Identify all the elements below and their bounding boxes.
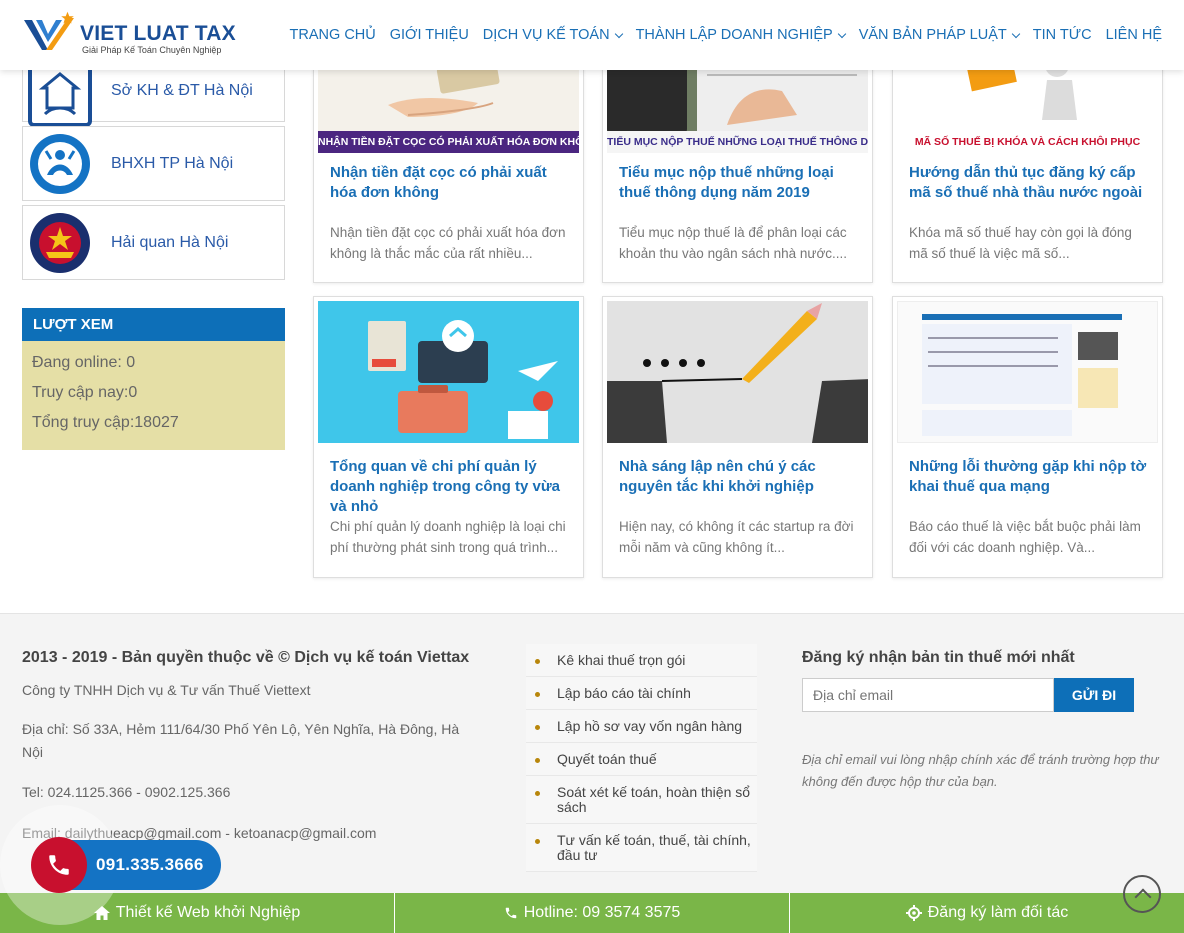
views-total: Tổng truy cập:18027 (32, 414, 179, 431)
article-title[interactable]: Hướng dẫn thủ tục đăng ký cấp mã số thuế… (909, 163, 1148, 203)
footer-service-link[interactable]: Tư vấn kế toán, thuế, tài chính, đầu tư (526, 824, 757, 872)
bottom-partner-label: Đăng ký làm đối tác (927, 904, 1069, 921)
footer-service-link[interactable]: Quyết toán thuế (526, 743, 757, 776)
article-excerpt: Nhận tiền đặt cọc có phải xuất hóa đơn k… (330, 225, 566, 261)
footer-services-list: Kê khai thuế trọn gói Lập báo cáo tài ch… (526, 644, 757, 872)
nav-company-formation[interactable]: THÀNH LẬP DOANH NGHIỆP (635, 27, 846, 43)
newsletter-email-input[interactable] (802, 678, 1054, 712)
footer-company-name: Công ty TNHH Dịch vụ & Tư vấn Thuế Viett… (22, 682, 311, 698)
article-thumbnail[interactable] (607, 301, 868, 443)
footer-copyright: 2013 - 2019 - Bản quyền thuộc về © Dịch … (22, 649, 470, 666)
gear-icon (905, 905, 922, 921)
main-nav: TRANG CHỦ GIỚI THIỆU DỊCH VỤ KẾ TOÁN THÀ… (290, 0, 1162, 70)
phone-icon (505, 907, 516, 919)
thumbnail-caption: MÃ SỐ THUẾ BỊ KHÓA VÀ CÁCH KHÔI PHỤC (897, 131, 1158, 153)
footer-service-link[interactable]: Lập hồ sơ vay vốn ngân hàng (526, 710, 757, 743)
site-logo[interactable]: VIET LUAT TAX Giải Pháp Kế Toán Chuyên N… (22, 10, 236, 58)
phone-icon (31, 837, 87, 893)
article-title[interactable]: Nhà sáng lập nên chú ý các nguyên tắc kh… (619, 457, 858, 497)
nav-news[interactable]: TIN TỨC (1033, 27, 1092, 43)
article-title[interactable]: Tiểu mục nộp thuế những loại thuế thông … (619, 163, 858, 203)
sidebar-link-social-insurance[interactable]: BHXH TP Hà Nội (22, 126, 285, 201)
footer-service-link[interactable]: Lập báo cáo tài chính (526, 677, 757, 710)
nav-contact-label: LIÊN HỆ (1105, 27, 1162, 43)
nav-home-label: TRANG CHỦ (289, 27, 376, 43)
article-thumbnail[interactable] (318, 301, 579, 443)
chevron-down-icon (1011, 29, 1020, 38)
sidebar-link-customs[interactable]: Hải quan Hà Nội (22, 205, 285, 280)
newsletter-title: Đăng ký nhận bản tin thuế mới nhất (802, 649, 1075, 666)
article-title[interactable]: Nhận tiền đặt cọc có phải xuất hóa đơn k… (330, 163, 569, 203)
views-online: Đang online: 0 (32, 354, 136, 371)
nav-home[interactable]: TRANG CHỦ (290, 27, 376, 43)
customs-emblem-icon (30, 212, 90, 273)
article-title[interactable]: Những lỗi thường gặp khi nộp tờ khai thu… (909, 457, 1148, 497)
scroll-to-top-button[interactable] (1123, 875, 1161, 913)
logo-name: VIET LUAT TAX (80, 22, 236, 45)
nav-legal-documents-label: VĂN BẢN PHÁP LUẬT (858, 27, 1007, 43)
floating-hotline-number: 091.335.3666 (96, 855, 204, 874)
site-header: VIET LUAT TAX Giải Pháp Kế Toán Chuyên N… (0, 0, 1184, 70)
footer-service-link[interactable]: Kê khai thuế trọn gói (526, 644, 757, 677)
views-heading: LƯỢT XEM (22, 308, 285, 341)
footer-phone: Tel: 024.1125.366 - 0902.125.366 (22, 784, 231, 800)
bottom-hotline-link[interactable]: Hotline: 09 3574 3575 (395, 893, 790, 933)
article-excerpt: Khóa mã số thuế hay còn gọi là đóng mã s… (909, 225, 1132, 261)
bottom-hotline-label: Hotline: 09 3574 3575 (523, 904, 681, 921)
nav-about[interactable]: GIỚI THIỆU (390, 27, 469, 43)
bottom-web-design-label: Thiết kế Web khởi Nghiệp (115, 904, 301, 921)
footer-service-link[interactable]: Soát xét kế toán, hoàn thiện sổ sách (526, 776, 757, 824)
nav-accounting-services-label: DỊCH VỤ KẾ TOÁN (482, 27, 610, 43)
newsletter-submit-button[interactable]: GỬI ĐI (1054, 678, 1134, 712)
business-cost-illustration-image (318, 301, 579, 443)
nav-news-label: TIN TỨC (1032, 27, 1092, 43)
newsletter-note: Địa chỉ email vui lòng nhập chính xác để… (802, 752, 1159, 789)
logo-tagline: Giải Pháp Kế Toán Chuyên Nghiệp (82, 45, 222, 55)
nav-accounting-services[interactable]: DỊCH VỤ KẾ TOÁN (482, 27, 623, 43)
article-card[interactable]: Tổng quan về chi phí quản lý doanh nghiệ… (313, 296, 584, 578)
pencil-bridge-cliffs-image (607, 301, 868, 443)
nav-legal-documents[interactable]: VĂN BẢN PHÁP LUẬT (858, 27, 1020, 43)
footer-address: Địa chỉ: Số 33A, Hẻm 111/64/30 Phố Yên L… (22, 721, 460, 760)
nav-company-formation-label: THÀNH LẬP DOANH NGHIỆP (635, 27, 833, 43)
article-card[interactable]: Những lỗi thường gặp khi nộp tờ khai thu… (892, 296, 1163, 578)
chevron-down-icon (614, 29, 623, 38)
chevron-down-icon (837, 29, 846, 38)
thumbnail-caption: NHẬN TIỀN ĐẶT CỌC CÓ PHẢI XUẤT HÓA ĐƠN K… (318, 131, 579, 153)
sidebar-link-label: BHXH TP Hà Nội (111, 154, 234, 172)
thumbnail-caption: TIỂU MỤC NỘP THUẾ NHỮNG LOẠI THUẾ THÔNG … (607, 131, 868, 153)
social-insurance-emblem-icon (30, 133, 90, 194)
views-counter-widget: LƯỢT XEM Đang online: 0 Truy cập nay:0 T… (22, 308, 285, 450)
article-title[interactable]: Tổng quan về chi phí quản lý doanh nghiệ… (330, 457, 569, 517)
nav-about-label: GIỚI THIỆU (389, 27, 469, 43)
planning-department-emblem-icon (28, 62, 92, 127)
bottom-action-bar: Thiết kế Web khởi Nghiệp Hotline: 09 357… (0, 893, 1184, 933)
tax-website-screenshot-image (898, 302, 1157, 442)
article-excerpt: Báo cáo thuế là việc bắt buộc phải làm đ… (909, 519, 1141, 555)
article-excerpt: Tiểu mục nộp thuế là để phân loại các kh… (619, 225, 848, 261)
floating-hotline-button[interactable]: 091.335.3666 (31, 837, 221, 893)
logo-mark-icon (24, 11, 74, 50)
sidebar-link-label: Sở KH & ĐT Hà Nội (111, 81, 253, 99)
views-today: Truy cập nay:0 (32, 384, 138, 401)
article-thumbnail[interactable] (897, 301, 1158, 443)
article-excerpt: Chi phí quản lý doanh nghiệp là loại chi… (330, 519, 566, 555)
article-card[interactable]: Nhà sáng lập nên chú ý các nguyên tắc kh… (602, 296, 873, 578)
article-excerpt: Hiện nay, có không ít các startup ra đời… (619, 519, 854, 555)
sidebar-link-label: Hải quan Hà Nội (111, 233, 229, 251)
nav-contact[interactable]: LIÊN HỆ (1106, 27, 1162, 43)
